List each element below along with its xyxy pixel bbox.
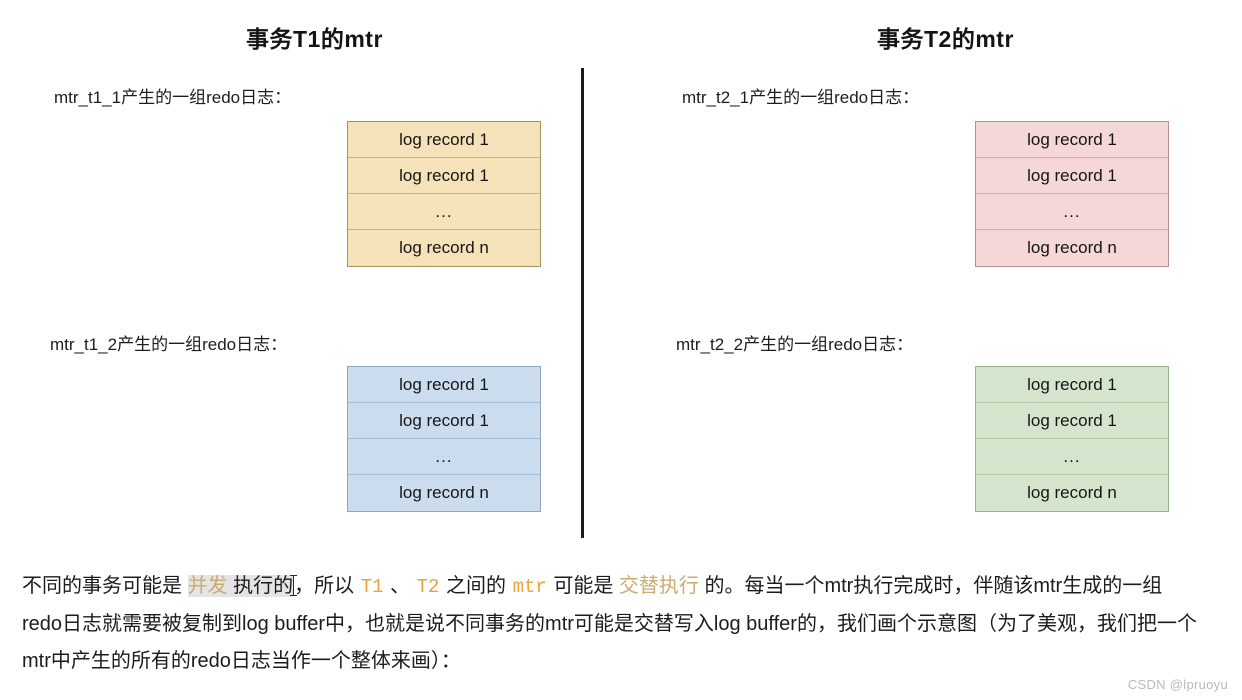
highlighted-term-interleaved-execution: 交替执行 <box>618 575 699 597</box>
log-record-row-ellipsis: ... <box>348 194 540 230</box>
log-record-row: log record n <box>976 230 1168 266</box>
inline-code-t1: T1 <box>360 576 384 598</box>
log-record-row: log record 1 <box>976 367 1168 403</box>
vertical-divider <box>581 68 584 538</box>
paragraph-text-segment: 、 <box>384 575 416 597</box>
body-paragraph[interactable]: 不同的事务可能是 并发 执行的，所以 T1 、 T2 之间的 mtr 可能是 交… <box>22 568 1202 680</box>
inline-code-t2: T2 <box>416 576 440 598</box>
log-record-row: log record 1 <box>976 403 1168 439</box>
log-record-stack-mtr-t1-1: log record 1 log record 1 ... log record… <box>347 121 541 267</box>
column-title-t2: 事务T2的mtr <box>877 26 1014 52</box>
log-record-stack-mtr-t2-1: log record 1 log record 1 ... log record… <box>975 121 1169 267</box>
log-record-row: log record 1 <box>348 158 540 194</box>
group-label-mtr-t1-2: mtr_t1_2产生的一组redo日志： <box>50 335 288 354</box>
log-record-row-ellipsis: ... <box>976 439 1168 475</box>
log-record-row: log record 1 <box>348 403 540 439</box>
log-record-row-ellipsis: ... <box>976 194 1168 230</box>
highlighted-term-concurrent: 并发 <box>187 575 228 597</box>
csdn-watermark: CSDN @lpruoyu <box>1127 677 1228 692</box>
log-record-stack-mtr-t2-2: log record 1 log record 1 ... log record… <box>975 366 1169 512</box>
paragraph-text-segment: ，所以 <box>294 575 360 597</box>
log-record-row-ellipsis: ... <box>348 439 540 475</box>
log-record-row: log record 1 <box>976 158 1168 194</box>
text-cursor-icon <box>290 575 298 596</box>
log-record-stack-mtr-t1-2: log record 1 log record 1 ... log record… <box>347 366 541 512</box>
log-record-row: log record n <box>348 230 540 266</box>
log-record-row: log record 1 <box>976 122 1168 158</box>
column-title-t1: 事务T1的mtr <box>246 26 383 52</box>
log-record-row: log record n <box>348 475 540 511</box>
group-label-mtr-t2-2: mtr_t2_2产生的一组redo日志： <box>676 335 914 354</box>
log-record-row: log record 1 <box>348 367 540 403</box>
group-label-mtr-t1-1: mtr_t1_1产生的一组redo日志： <box>54 88 292 107</box>
log-record-row: log record 1 <box>348 122 540 158</box>
paragraph-text-segment: 之间的 <box>440 575 512 597</box>
group-label-mtr-t2-1: mtr_t2_1产生的一组redo日志： <box>682 88 920 107</box>
selected-text-segment: 执行的 <box>227 575 294 597</box>
mtr-redo-log-diagram: 事务T1的mtr 事务T2的mtr mtr_t1_1产生的一组redo日志： m… <box>0 0 1242 552</box>
log-record-row: log record n <box>976 475 1168 511</box>
paragraph-text-segment: 可能是 <box>547 575 619 597</box>
paragraph-text-segment: 不同的事务可能是 <box>22 575 188 597</box>
inline-code-mtr: mtr <box>512 576 547 598</box>
